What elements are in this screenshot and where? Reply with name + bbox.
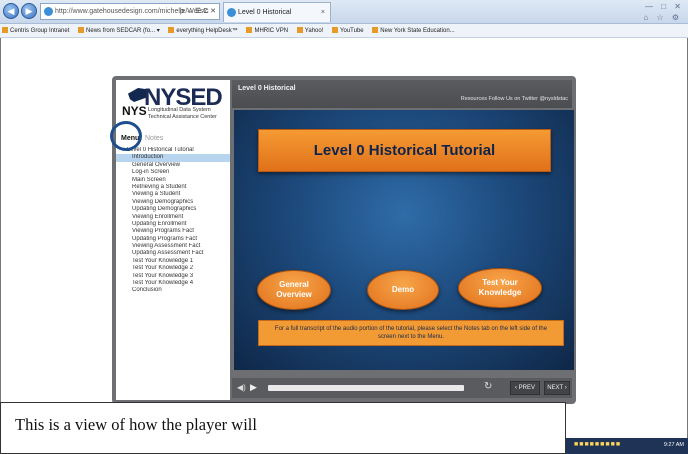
menu-item[interactable]: Introduction [116, 154, 230, 162]
favorite-icon [296, 27, 303, 33]
slide-banner: Level 0 Historical Tutorial [258, 129, 551, 172]
menu-item[interactable]: Test Your Knowledge 3 [116, 273, 230, 280]
favorite-item[interactable]: YouTube [332, 24, 364, 37]
menu-highlight-circle [110, 121, 142, 151]
header-links[interactable]: Resources Follow Us on Twitter @nysldsta… [461, 96, 568, 102]
seek-bar[interactable] [268, 385, 464, 391]
menu-item[interactable]: Viewing Programs Fact [116, 228, 230, 235]
favorite-item[interactable]: everything HelpDesk™ [168, 24, 238, 37]
forward-icon[interactable]: ▶ [21, 3, 37, 19]
menu-item[interactable]: Test Your Knowledge 4 [116, 280, 230, 287]
tab-notes[interactable]: Notes [142, 132, 166, 146]
back-icon[interactable]: ◀ [3, 3, 19, 19]
menu-item[interactable]: Retrieving a Student [116, 184, 230, 191]
play-icon[interactable]: ▶ [250, 382, 257, 393]
menu-item[interactable]: Updating Enrollment [116, 221, 230, 228]
slide-title: Level 0 Historical Tutorial [313, 142, 496, 159]
taskbar-clock: 9:27 AM [663, 442, 684, 448]
menu-item[interactable]: Viewing Enrollment [116, 214, 230, 221]
favorite-icon [332, 27, 339, 33]
logo-prefix: NYS [122, 104, 147, 118]
ie-icon [44, 7, 53, 16]
caption-box: This is a view of how the player will [0, 402, 566, 454]
favorites-bar: Centris Group Intranet News from SEDCAR … [0, 24, 688, 38]
address-bar[interactable]: http://www.gatehousedesign.com/michelle/… [40, 3, 220, 20]
tab-title: Level 0 Historical [238, 9, 292, 16]
home-star-gear-icons[interactable]: ⌂ ☆ ⚙ [643, 13, 682, 22]
menu-item[interactable]: Updating Demographics [116, 206, 230, 213]
menu-list: ▾ Level 0 Historical Tutorial Introducti… [116, 147, 230, 295]
menu-item[interactable]: Log-in Screen [116, 169, 230, 176]
replay-icon[interactable]: ↻ [484, 381, 492, 392]
menu-item[interactable]: Test Your Knowledge 1 [116, 258, 230, 265]
menu-item[interactable]: Updating Programs Fact [116, 236, 230, 243]
favorite-icon [246, 27, 253, 33]
favorite-item[interactable]: Yahoo! [296, 24, 323, 37]
favorite-icon [168, 27, 175, 33]
favorite-item[interactable]: MHRIC VPN [246, 24, 288, 37]
volume-icon[interactable]: ◀) [237, 383, 246, 392]
tab-close-icon[interactable]: × [321, 3, 325, 22]
menu-item[interactable]: Viewing Assessment Fact [116, 243, 230, 250]
taskbar-icons[interactable]: ■■■■■■■■■ [574, 441, 621, 448]
menu-item[interactable]: Updating Assessment Fact [116, 250, 230, 257]
windows-taskbar: ■■■■■■■■■ 9:27 AM [566, 438, 688, 454]
favorite-icon [372, 27, 379, 33]
menu-item[interactable]: Main Screen [116, 177, 230, 184]
demo-button[interactable]: Demo [367, 270, 439, 310]
browser-tab[interactable]: Level 0 Historical × [223, 2, 331, 22]
logo-subtitle: Longitudinal Data System Technical Assis… [148, 107, 217, 120]
nysed-logo: NYSED NYS Longitudinal Data System Techn… [122, 82, 228, 128]
general-overview-button[interactable]: General Overview [257, 270, 331, 310]
test-your-knowledge-button[interactable]: Test Your Knowledge [458, 268, 542, 308]
menu-item[interactable]: Conclusion [116, 287, 230, 294]
transcript-note: For a full transcript of the audio porti… [258, 320, 564, 346]
ie-icon [227, 8, 236, 17]
favorite-icon [2, 27, 8, 33]
menu-item[interactable]: Viewing a Student [116, 191, 230, 198]
playback-controls: ◀) ▶ ↻ ‹ PREV NEXT › [232, 378, 572, 398]
menu-item[interactable]: Viewing Demographics [116, 199, 230, 206]
favorite-icon [78, 27, 85, 33]
browser-toolbar: ◀ ▶ http://www.gatehousedesign.com/miche… [0, 0, 688, 24]
window-controls[interactable]: — □ ✕ [645, 2, 684, 11]
menu-item[interactable]: Test Your Knowledge 2 [116, 265, 230, 272]
slide-area: Level 0 Historical Tutorial General Over… [234, 110, 574, 370]
prev-button[interactable]: ‹ PREV [510, 381, 540, 395]
stage-header: Level 0 Historical Resources Follow Us o… [232, 80, 572, 108]
next-button[interactable]: NEXT › [544, 381, 570, 395]
favorite-item[interactable]: New York State Education... [372, 24, 455, 37]
menu-item[interactable]: General Overview [116, 162, 230, 169]
favorite-item[interactable]: News from SEDCAR (fo... ▾ [78, 24, 160, 37]
address-controls[interactable]: ρ → ☰ C ✕ [180, 4, 216, 19]
stage-title: Level 0 Historical [238, 85, 296, 92]
favorite-item[interactable]: Centris Group Intranet [2, 24, 69, 37]
